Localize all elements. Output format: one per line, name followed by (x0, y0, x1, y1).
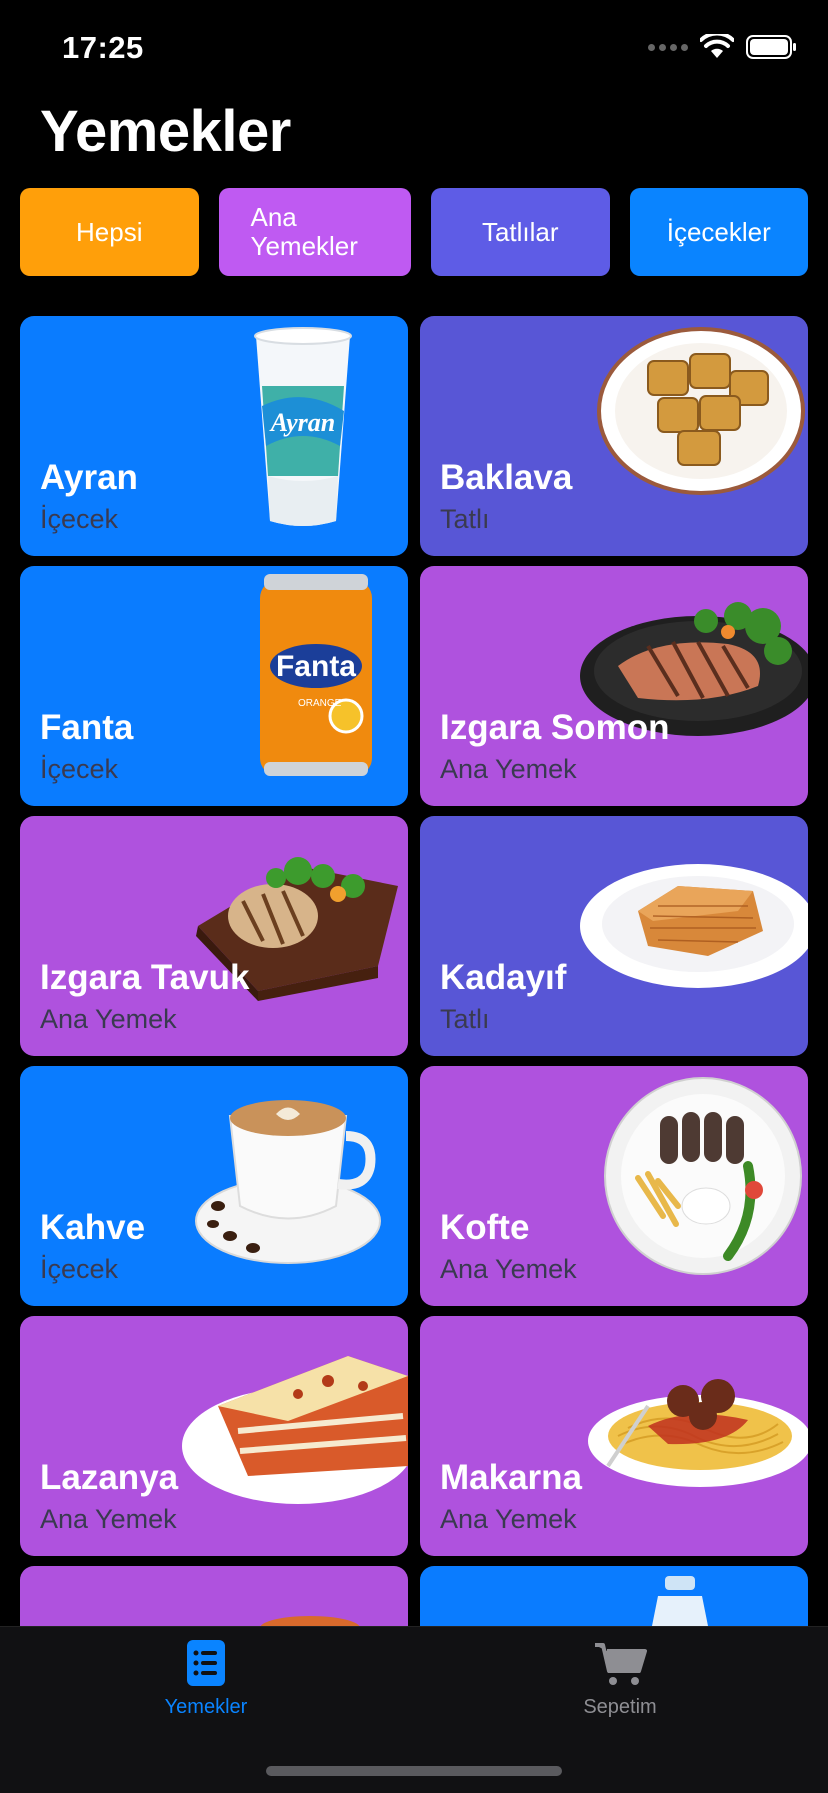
food-name: Izgara Tavuk (40, 958, 250, 997)
signal-icon (648, 43, 688, 51)
baklava-plate-icon (597, 327, 805, 495)
tab-label: Sepetim (583, 1696, 657, 1718)
food-card[interactable] (420, 1566, 808, 1626)
food-category: İçecek (40, 754, 119, 784)
food-card[interactable]: Izgara Somon Ana Yemek (420, 566, 808, 806)
food-card[interactable]: Kahve İçecek (20, 1066, 408, 1306)
chicken-board-icon (196, 857, 398, 1001)
food-name: Lazanya (40, 1458, 179, 1497)
food-category: Tatlı (440, 504, 490, 534)
svg-text:Ayran: Ayran (269, 408, 336, 437)
food-grid: Ayran Ayran İçecek Baklava Tatlı Fanta O… (20, 316, 808, 1556)
food-card[interactable]: Kofte Ana Yemek (420, 1066, 808, 1306)
status-icons (648, 34, 798, 60)
food-plate-icon (260, 1616, 360, 1626)
pasta-plate-icon (588, 1379, 808, 1487)
water-bottle-icon (652, 1576, 708, 1626)
tab-label: Yemekler (164, 1696, 248, 1718)
battery-icon (746, 35, 796, 59)
svg-text:Fanta: Fanta (276, 650, 356, 683)
coffee-cup-icon (195, 1100, 381, 1264)
food-card[interactable]: Kadayıf Tatlı (420, 816, 808, 1056)
food-card[interactable]: Makarna Ana Yemek (420, 1316, 808, 1556)
food-category: Ana Yemek (40, 1004, 177, 1034)
food-name: Fanta (40, 708, 134, 747)
food-card[interactable]: Lazanya Ana Yemek (20, 1316, 408, 1556)
food-card[interactable] (20, 1566, 408, 1626)
food-card[interactable]: Fanta ORANGE Fanta İçecek (20, 566, 408, 806)
food-category: İçecek (40, 504, 119, 534)
food-category: Ana Yemek (440, 1504, 577, 1534)
food-name: Kadayıf (440, 958, 567, 997)
food-name: Baklava (440, 458, 573, 497)
home-indicator (266, 1766, 562, 1776)
fanta-can-icon: Fanta ORANGE (260, 574, 372, 776)
status-bar: 17:25 (0, 0, 828, 100)
food-category: Tatlı (440, 1004, 490, 1034)
status-time: 17:25 (62, 30, 144, 65)
food-name: Ayran (40, 458, 138, 497)
kofte-plate-icon (604, 1077, 802, 1275)
category-filters: Hepsi Ana Yemekler Tatlılar İçecekler (20, 188, 808, 276)
food-name: Kahve (40, 1208, 146, 1247)
filter-drinks-button[interactable]: İçecekler (629, 188, 808, 276)
food-category: Ana Yemek (40, 1504, 177, 1534)
tab-yemekler[interactable]: Yemekler (126, 1639, 286, 1719)
filter-desserts-button[interactable]: Tatlılar (431, 188, 610, 276)
food-name: Kofte (440, 1208, 530, 1247)
food-category: Ana Yemek (440, 1254, 577, 1284)
filter-all-button[interactable]: Hepsi (20, 188, 199, 276)
food-name: Izgara Somon (440, 708, 670, 747)
cart-icon (595, 1643, 647, 1685)
food-grid-partial-row (20, 1566, 808, 1626)
filter-main-dishes-button[interactable]: Ana Yemekler (218, 188, 411, 276)
tab-sepetim[interactable]: Sepetim (540, 1639, 700, 1719)
food-card[interactable]: Baklava Tatlı (420, 316, 808, 556)
food-card[interactable]: Ayran Ayran İçecek (20, 316, 408, 556)
list-icon (187, 1640, 225, 1686)
food-name: Makarna (440, 1458, 583, 1497)
ayran-cup-icon: Ayran (254, 327, 352, 526)
svg-text:ORANGE: ORANGE (298, 698, 342, 709)
salmon-plate-icon (580, 602, 808, 736)
lasagna-plate-icon (182, 1356, 408, 1504)
kadayif-plate-icon (580, 864, 808, 988)
food-category: İçecek (40, 1254, 119, 1284)
wifi-icon (700, 34, 734, 58)
food-card[interactable]: Izgara Tavuk Ana Yemek (20, 816, 408, 1056)
page-title: Yemekler (40, 99, 291, 164)
food-category: Ana Yemek (440, 754, 577, 784)
